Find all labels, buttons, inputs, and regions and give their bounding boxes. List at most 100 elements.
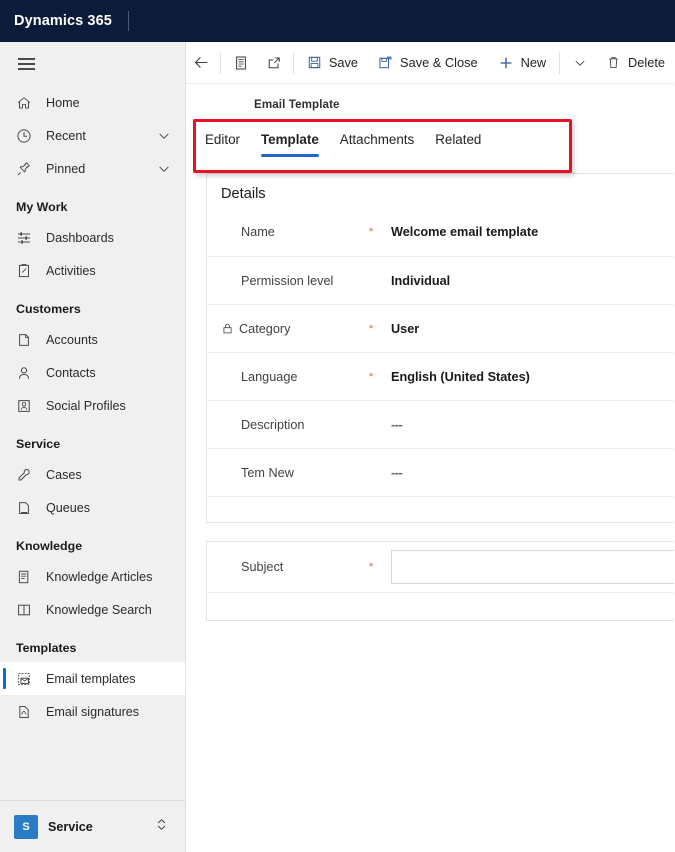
required-indicator: * [369,370,374,383]
tab-template[interactable]: Template [252,132,328,157]
sidebar-item-knowledge-articles[interactable]: Knowledge Articles [0,560,185,593]
delete-label: Delete [628,55,666,70]
sidebar-item-label: Home [46,95,80,110]
plus-icon [498,55,514,71]
field-value-category[interactable]: User [391,322,419,336]
clock-icon [16,127,38,145]
queue-icon [16,499,38,517]
field-value-name[interactable]: Welcome email template [391,225,538,239]
back-button[interactable] [186,42,217,84]
field-label: Category [239,321,291,336]
field-value-language[interactable]: English (United States) [391,370,530,384]
back-arrow-icon [193,54,210,71]
social-profile-icon [16,397,38,415]
app-switcher-footer[interactable]: S Service [0,800,185,852]
sidebar-item-label: Social Profiles [46,398,126,413]
site-map-toggle-button[interactable] [0,42,185,86]
sidebar-item-cases[interactable]: Cases [0,458,185,491]
form-selector-icon [233,55,249,71]
main-content-area: Save Save & Close New Delete Email Templ… [186,42,675,852]
subject-input[interactable] [391,550,675,584]
new-button[interactable]: New [488,42,557,84]
form-tabs-region: Editor Template Attachments Related [186,119,675,173]
sidebar-item-accounts[interactable]: Accounts [0,323,185,356]
sidebar-group-my-work: My Work [16,200,68,214]
save-button[interactable]: Save [297,42,368,84]
subject-section-card: Subject * [206,541,675,621]
accounts-icon [16,331,38,349]
field-row-subject: Subject * [207,542,675,592]
article-icon [16,568,38,586]
dashboard-icon [16,229,38,247]
field-label: Language [241,369,298,384]
command-overflow-button[interactable] [563,42,596,84]
field-label: Description [241,417,305,432]
field-row-language: Language * English (United States) [207,352,675,400]
new-label: New [520,55,547,70]
sidebar-group-knowledge: Knowledge [16,539,83,553]
tab-related[interactable]: Related [426,132,490,157]
form-tab-strip: Editor Template Attachments Related [196,122,675,168]
hamburger-icon [18,55,35,73]
chevron-down-icon[interactable] [157,162,171,176]
contact-icon [16,364,38,382]
sidebar-group-service: Service [16,437,61,451]
sidebar-scroll-region: Home Recent Pinned My Work Dashboards Ac… [0,42,185,800]
field-value-description[interactable]: --- [391,418,403,432]
form-selector-button[interactable] [224,42,257,84]
open-in-new-window-icon [266,55,282,71]
delete-button[interactable]: Delete [596,42,675,84]
sidebar-item-knowledge-search[interactable]: Knowledge Search [0,593,185,626]
sidebar-item-contacts[interactable]: Contacts [0,356,185,389]
open-in-new-window-button[interactable] [257,42,290,84]
form-body: Details Name * Welcome email template Pe… [186,167,675,621]
current-app-name: Service [48,819,93,834]
sidebar-item-social-profiles[interactable]: Social Profiles [0,389,185,422]
sidebar-item-email-signatures[interactable]: Email signatures [0,695,185,728]
required-indicator: * [369,226,374,238]
left-navigation-sidebar: Home Recent Pinned My Work Dashboards Ac… [0,42,186,852]
app-badge: S [14,814,38,839]
email-template-icon [16,670,38,688]
field-row-name: Name * Welcome email template [207,208,675,256]
save-and-close-button[interactable]: Save & Close [368,42,488,84]
sidebar-item-recent[interactable]: Recent [0,119,185,152]
sidebar-item-queues[interactable]: Queues [0,491,185,524]
home-icon [16,94,38,112]
sidebar-bottom-spacer [0,728,185,738]
field-value-tem-new[interactable]: --- [391,466,403,480]
save-and-close-icon [378,55,393,70]
tab-editor[interactable]: Editor [196,132,249,157]
sidebar-item-label: Email templates [46,671,136,686]
required-indicator: * [369,561,374,573]
tab-attachments[interactable]: Attachments [331,132,423,157]
save-and-close-label: Save & Close [400,55,478,70]
field-label: Subject [241,560,284,574]
app-title: Dynamics 365 [14,13,112,29]
lock-icon [221,322,234,335]
sidebar-item-label: Contacts [46,365,96,380]
sidebar-item-pinned[interactable]: Pinned [0,152,185,185]
sidebar-item-label: Pinned [46,161,86,176]
field-row-category: Category * User [207,304,675,352]
sidebar-item-label: Activities [46,263,96,278]
sidebar-group-templates: Templates [16,641,77,655]
subject-card-tail [207,592,675,620]
activities-icon [16,262,38,280]
field-value-permission-level[interactable]: Individual [391,274,450,288]
required-indicator: * [369,322,374,335]
app-switcher-icon[interactable] [154,817,169,837]
header-divider [127,11,129,31]
entity-type-label: Email Template [254,98,340,111]
chevron-down-icon[interactable] [157,129,171,143]
app-header: Dynamics 365 [0,0,675,42]
sidebar-item-dashboards[interactable]: Dashboards [0,221,185,254]
field-row-permission-level: Permission level Individual [207,256,675,304]
field-row-tem-new: Tem New --- [207,448,675,496]
command-bar: Save Save & Close New Delete [186,42,675,84]
sidebar-item-email-templates[interactable]: Email templates [0,662,185,695]
sidebar-item-activities[interactable]: Activities [0,254,185,287]
trash-icon [606,55,621,70]
sidebar-item-home[interactable]: Home [0,86,185,119]
save-label: Save [328,55,359,70]
